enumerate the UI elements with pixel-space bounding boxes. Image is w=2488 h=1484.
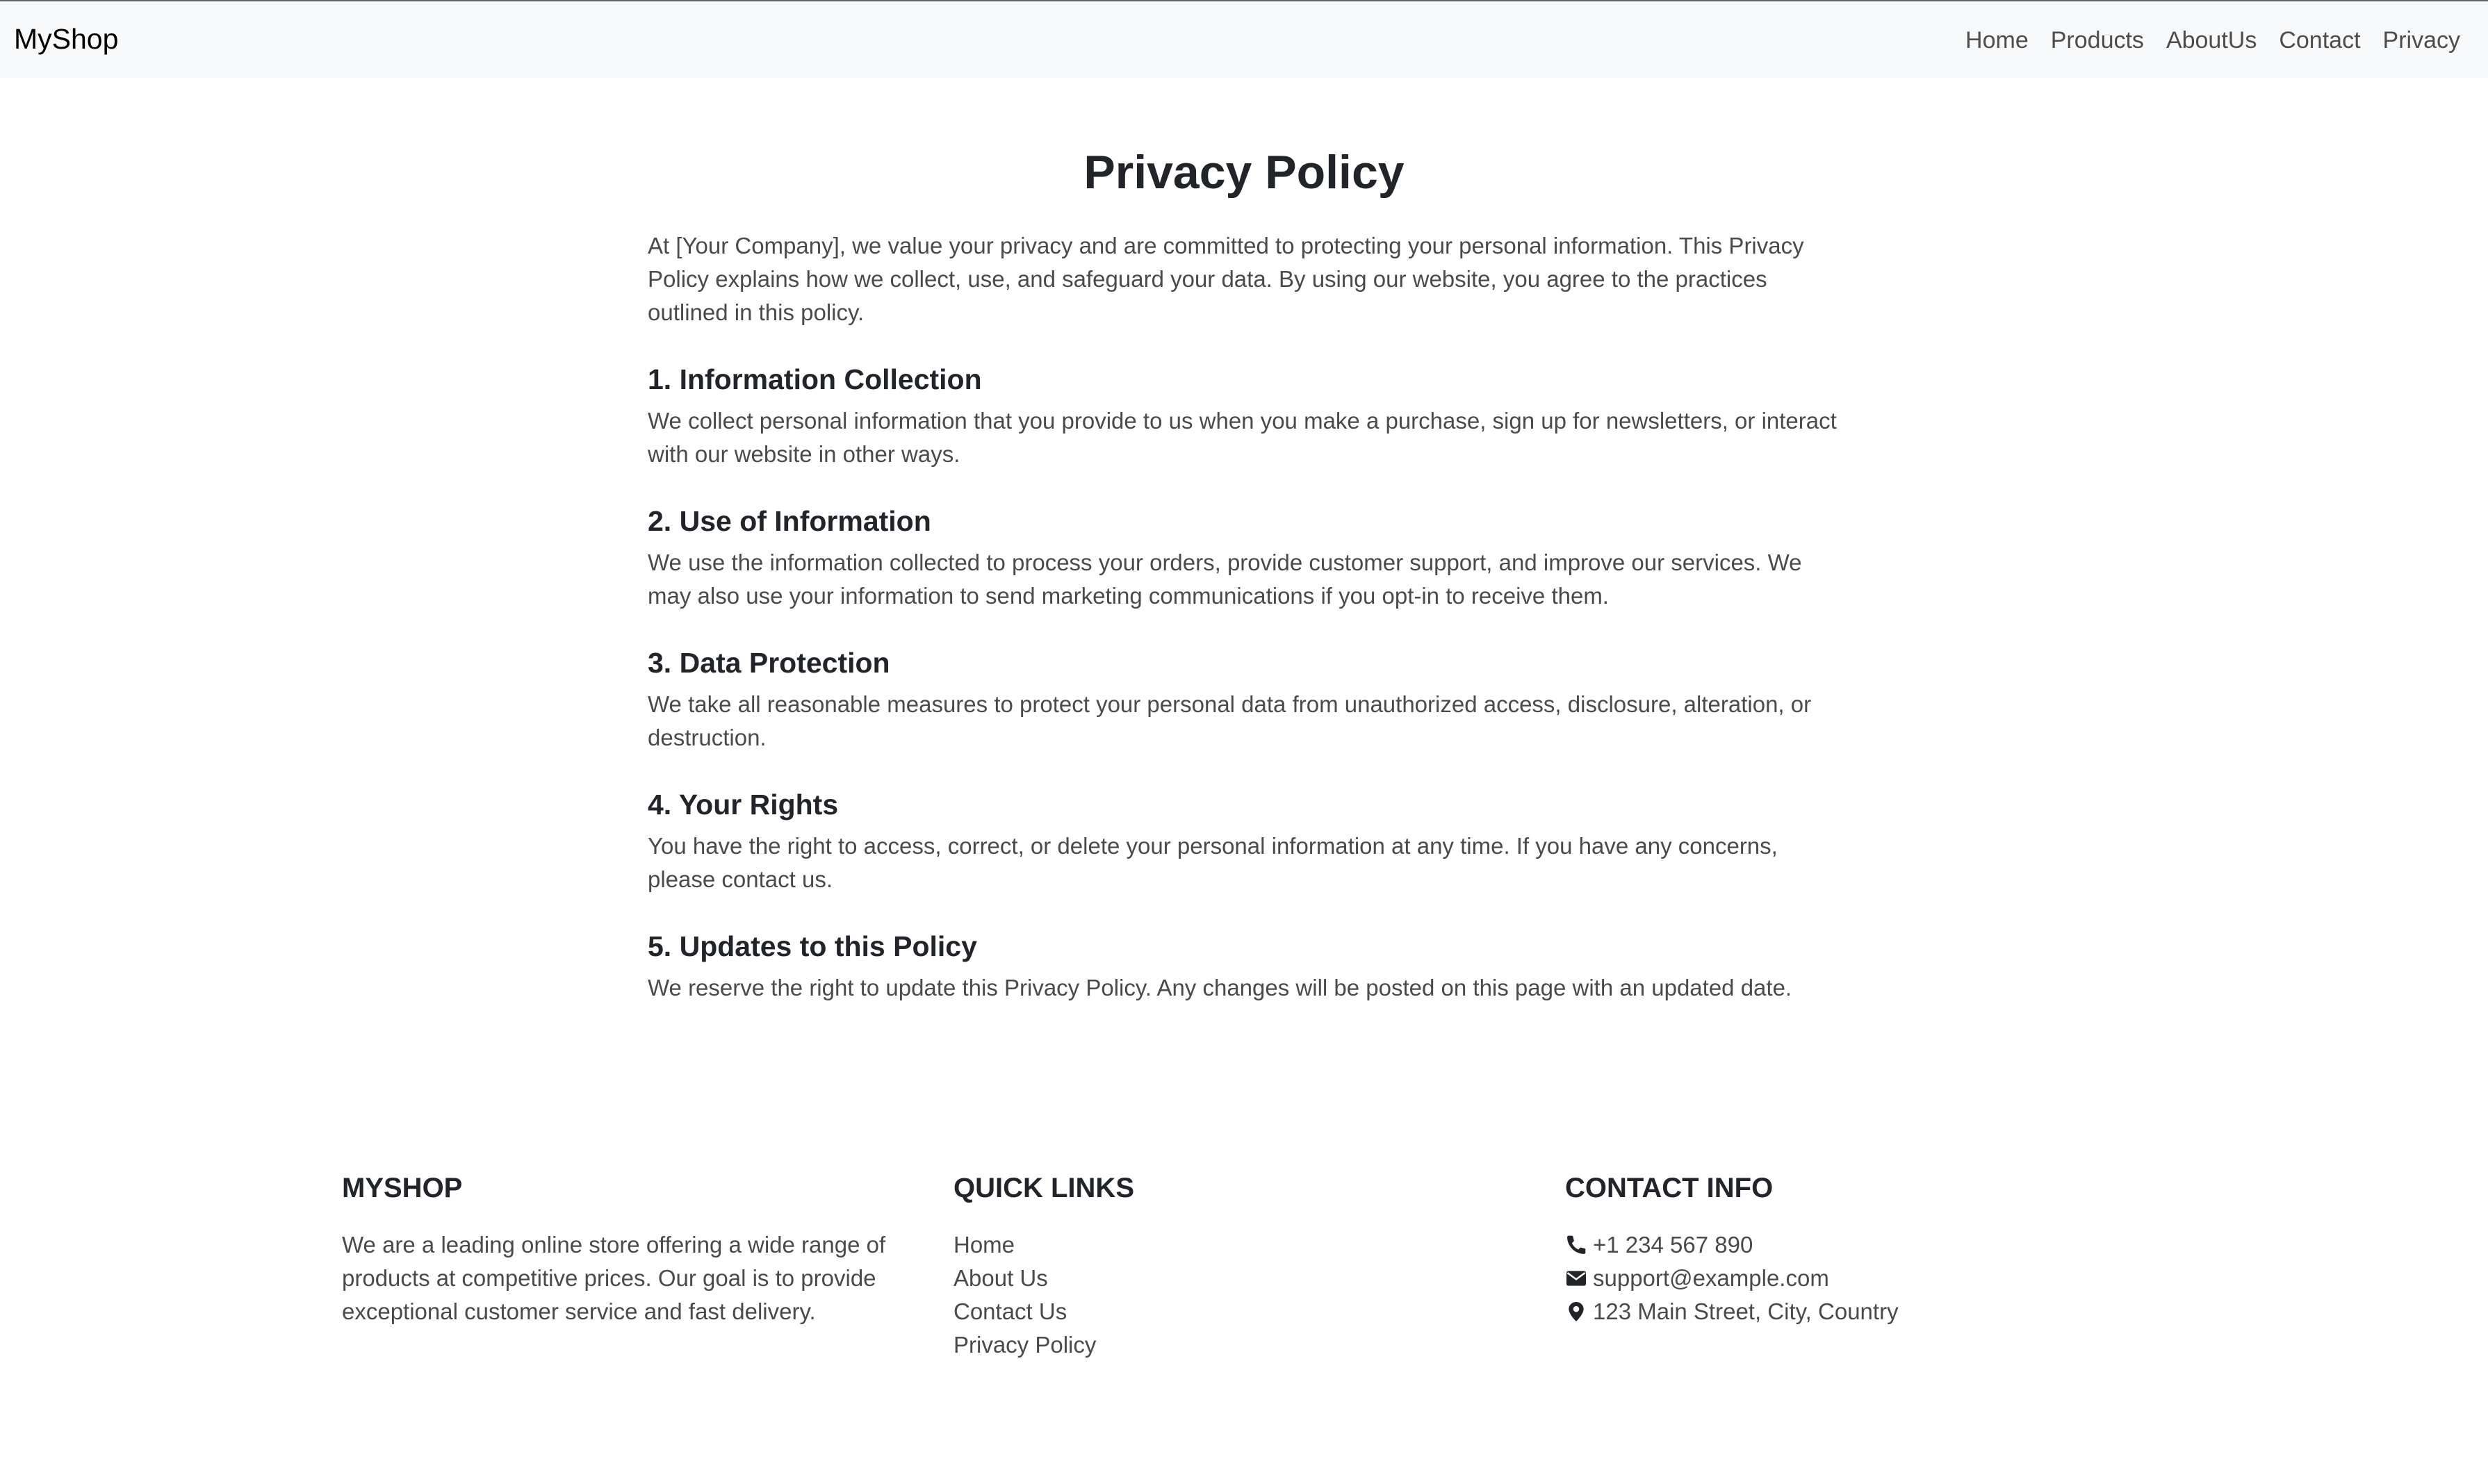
contact-email-row: support@example.com <box>1565 1262 2149 1295</box>
footer-quick-links-heading: QUICK LINKS <box>954 1173 1134 1203</box>
section-text-use-of-information: We use the information collected to proc… <box>648 550 1802 609</box>
contact-address-text: 123 Main Street, City, Country <box>1593 1298 1899 1324</box>
footer-link-privacy-policy[interactable]: Privacy Policy <box>954 1332 1096 1358</box>
nav-link-contact[interactable]: Contact <box>2268 19 2371 61</box>
intro-paragraph: At [Your Company], we value your privacy… <box>648 233 1804 325</box>
top-navbar: MyShop Home Products AboutUs Contact Pri… <box>0 0 2488 78</box>
brand-logo-link[interactable]: MyShop <box>14 18 118 60</box>
privacy-policy-content: Privacy Policy At [Your Company], we val… <box>648 136 1840 1005</box>
footer-link-home[interactable]: Home <box>954 1232 1015 1258</box>
footer-link-about-us[interactable]: About Us <box>954 1265 1048 1291</box>
section-text-information-collection: We collect personal information that you… <box>648 408 1837 467</box>
section-heading-updates: 5. Updates to this Policy <box>648 930 977 962</box>
footer-about-text: We are a leading online store offering a… <box>342 1232 886 1324</box>
nav-links: Home Products AboutUs Contact Privacy <box>1954 19 2471 61</box>
section-text-your-rights: You have the right to access, correct, o… <box>648 833 1778 892</box>
list-item: Privacy Policy <box>954 1328 1537 1362</box>
nav-link-products[interactable]: Products <box>2040 19 2155 61</box>
envelope-icon <box>1565 1267 1587 1289</box>
nav-link-home[interactable]: Home <box>1954 19 2040 61</box>
section-heading-data-protection: 3. Data Protection <box>648 647 890 679</box>
contact-info-list: +1 234 567 890 support@example.com 123 M… <box>1565 1228 2149 1328</box>
section-text-data-protection: We take all reasonable measures to prote… <box>648 691 1812 750</box>
nav-link-privacy[interactable]: Privacy <box>2372 19 2471 61</box>
footer-contact-heading: CONTACT INFO <box>1565 1173 1774 1203</box>
footer-about-heading: MYSHOP <box>342 1173 463 1203</box>
list-item: About Us <box>954 1262 1537 1295</box>
page-title: Privacy Policy <box>1083 146 1405 199</box>
contact-phone-text: +1 234 567 890 <box>1593 1232 1753 1258</box>
phone-icon <box>1565 1234 1587 1256</box>
footer-contact-column: CONTACT INFO +1 234 567 890 support@exam… <box>1565 1167 2177 1362</box>
section-heading-use-of-information: 2. Use of Information <box>648 505 931 537</box>
list-item: Contact Us <box>954 1295 1537 1328</box>
nav-link-about-us[interactable]: AboutUs <box>2155 19 2268 61</box>
contact-email-text: support@example.com <box>1593 1265 1829 1291</box>
quick-links-list: Home About Us Contact Us Privacy Policy <box>954 1228 1537 1362</box>
section-text-updates: We reserve the right to update this Priv… <box>648 975 1792 1000</box>
section-heading-information-collection: 1. Information Collection <box>648 363 982 395</box>
section-heading-your-rights: 4. Your Rights <box>648 789 839 821</box>
footer-quick-links-column: QUICK LINKS Home About Us Contact Us Pri… <box>954 1167 1565 1362</box>
contact-phone-row: +1 234 567 890 <box>1565 1228 2149 1262</box>
footer-about-column: MYSHOP We are a leading online store off… <box>342 1167 954 1362</box>
site-footer: MYSHOP We are a leading online store off… <box>342 1167 2177 1362</box>
footer-link-contact-us[interactable]: Contact Us <box>954 1298 1067 1324</box>
map-marker-icon <box>1565 1301 1587 1323</box>
list-item: Home <box>954 1228 1537 1262</box>
contact-address-row: 123 Main Street, City, Country <box>1565 1295 2149 1328</box>
